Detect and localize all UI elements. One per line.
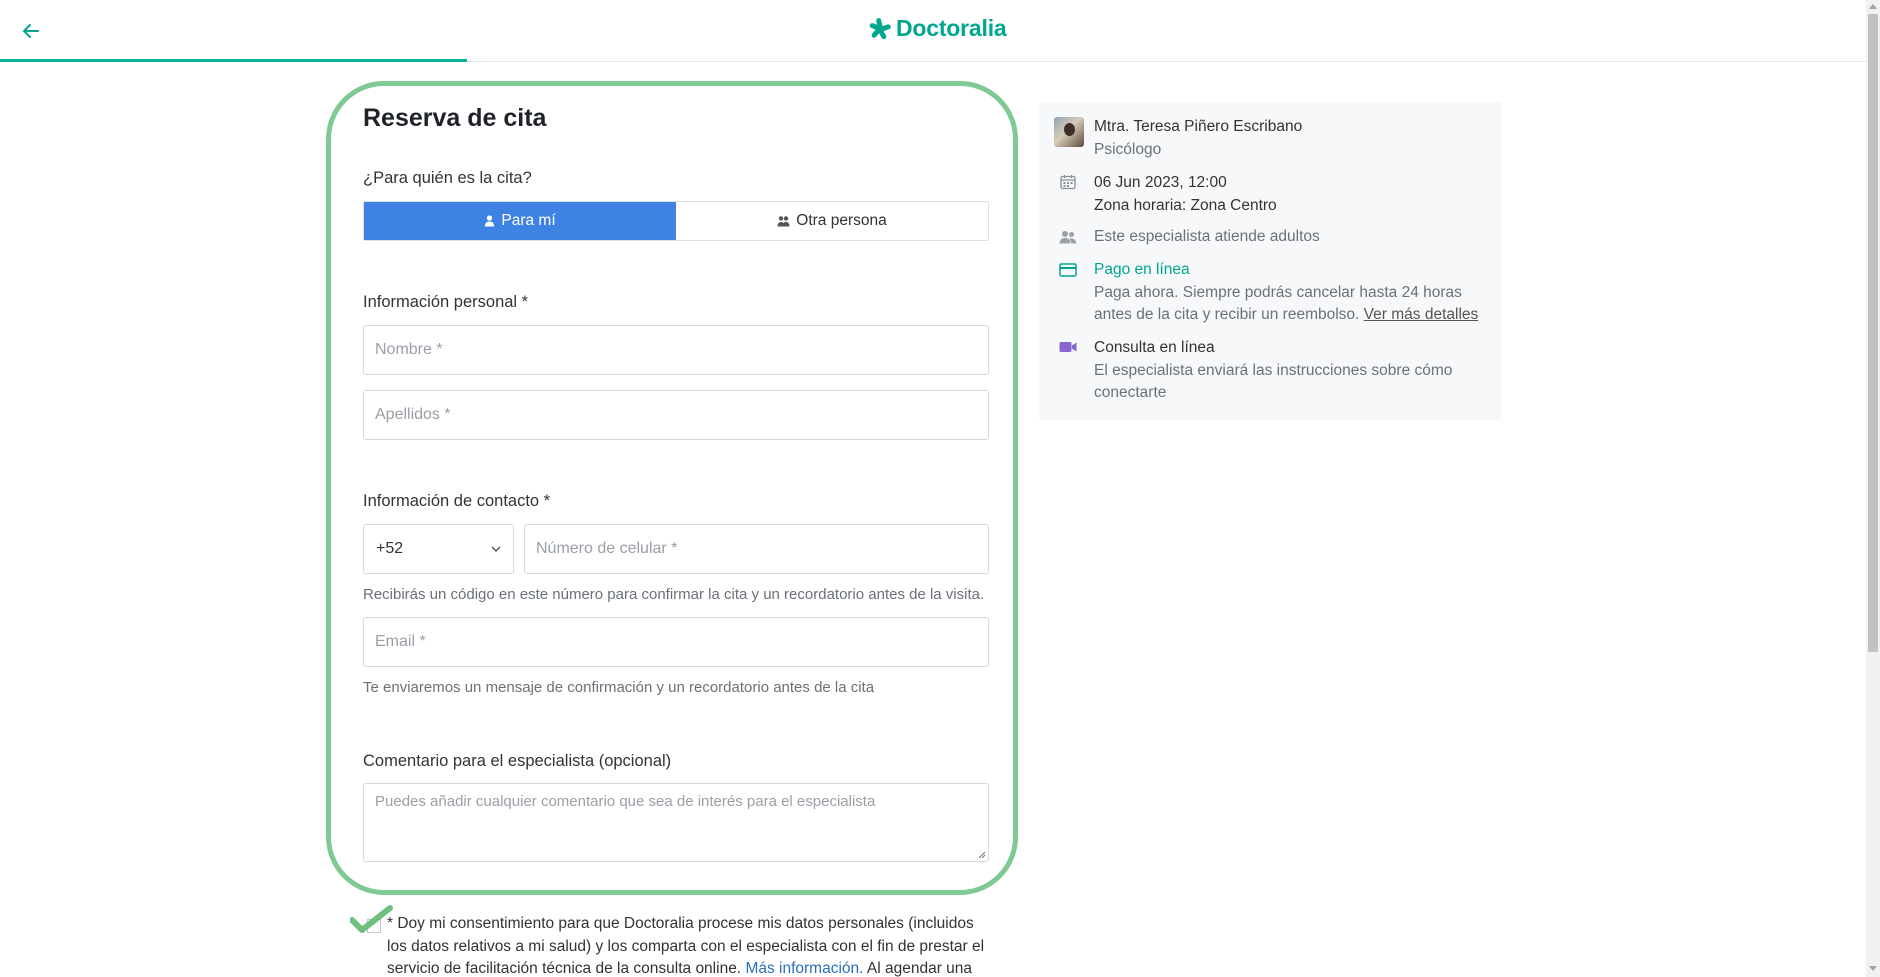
date-time: 06 Jun 2023, 12:00	[1094, 174, 1227, 191]
option-for-me-button[interactable]: Para mí	[364, 202, 676, 240]
consent-text-tail: Al agendar una	[863, 960, 973, 977]
timezone: Zona horaria: Zona Centro	[1094, 196, 1277, 214]
country-code-value: +52	[376, 540, 404, 557]
contact-info-label: Información de contacto *	[363, 492, 551, 510]
top-bar: Doctoralia	[0, 0, 1866, 62]
page-title: Reserva de cita	[363, 104, 547, 132]
email-help-text: Te enviaremos un mensaje de confirmación…	[363, 679, 875, 696]
back-button[interactable]	[18, 18, 44, 44]
phone-input[interactable]: Número de celular *	[524, 524, 989, 574]
last-name-input[interactable]: Apellidos *	[363, 390, 989, 440]
doctor-name: Mtra. Teresa Piñero Escribano	[1094, 118, 1303, 135]
doctor-avatar	[1054, 117, 1084, 147]
payment-title: Pago en línea	[1094, 261, 1190, 278]
person-icon	[485, 215, 495, 227]
calendar-icon	[1058, 173, 1078, 191]
brand-name: Doctoralia	[896, 15, 1007, 41]
scroll-thumb[interactable]	[1868, 14, 1878, 652]
doctor-specialty: Psicólogo	[1094, 140, 1162, 158]
comment-textarea[interactable]: Puedes añadir cualquier comentario que s…	[363, 783, 989, 862]
people-icon	[777, 216, 790, 227]
online-consult-description: El especialista enviará las instruccione…	[1094, 361, 1453, 402]
scroll-up-arrow-icon[interactable]	[1869, 4, 1877, 9]
comment-placeholder: Puedes añadir cualquier comentario que s…	[375, 793, 876, 810]
arrow-left-icon	[23, 24, 39, 38]
credit-card-icon	[1058, 261, 1078, 279]
users-icon	[1058, 228, 1078, 246]
payment-details-link[interactable]: Ver más detalles	[1364, 306, 1479, 323]
video-camera-icon	[1058, 338, 1078, 356]
phone-help-text: Recibirás un código en este número para …	[363, 586, 985, 603]
first-name-input[interactable]: Nombre *	[363, 325, 989, 375]
payment-description: Paga ahora. Siempre podrás cancelar hast…	[1094, 282, 1484, 327]
option-for-me-label: Para mí	[501, 212, 556, 229]
email-input[interactable]: Email *	[363, 617, 989, 667]
personal-info-label: Información personal *	[363, 293, 529, 311]
comment-label: Comentario para el especialista (opciona…	[363, 752, 672, 770]
more-info-link[interactable]: Más información.	[745, 960, 863, 977]
brand-logo[interactable]: Doctoralia	[868, 15, 1007, 42]
progress-bar	[0, 59, 467, 62]
consent-text: * Doy mi consentimiento para que Doctora…	[387, 913, 997, 977]
page-scrollbar[interactable]	[1866, 0, 1880, 977]
resize-handle-icon[interactable]	[978, 851, 986, 859]
audience-info: Este especialista atiende adultos	[1094, 226, 1320, 249]
doctoralia-logo-icon	[869, 17, 891, 39]
scroll-down-arrow-icon[interactable]	[1869, 966, 1877, 971]
chevron-down-icon	[491, 546, 501, 552]
online-consult-title: Consulta en línea	[1094, 339, 1215, 356]
doctor-info: Mtra. Teresa Piñero Escribano Psicólogo	[1094, 116, 1302, 161]
payment-info: Pago en línea Paga ahora. Siempre podrás…	[1094, 259, 1484, 327]
option-other-person-button[interactable]: Otra persona	[676, 202, 988, 240]
for-whom-toggle: Para mí Otra persona	[363, 201, 989, 241]
online-consult-info: Consulta en línea El especialista enviar…	[1094, 337, 1484, 405]
audience-text: Este especialista atiende adultos	[1094, 228, 1320, 245]
appointment-datetime: 06 Jun 2023, 12:00 Zona horaria: Zona Ce…	[1094, 172, 1277, 217]
for-whom-label: ¿Para quién es la cita?	[363, 169, 532, 187]
option-other-person-label: Otra persona	[796, 212, 887, 229]
country-code-select[interactable]: +52	[363, 524, 514, 574]
